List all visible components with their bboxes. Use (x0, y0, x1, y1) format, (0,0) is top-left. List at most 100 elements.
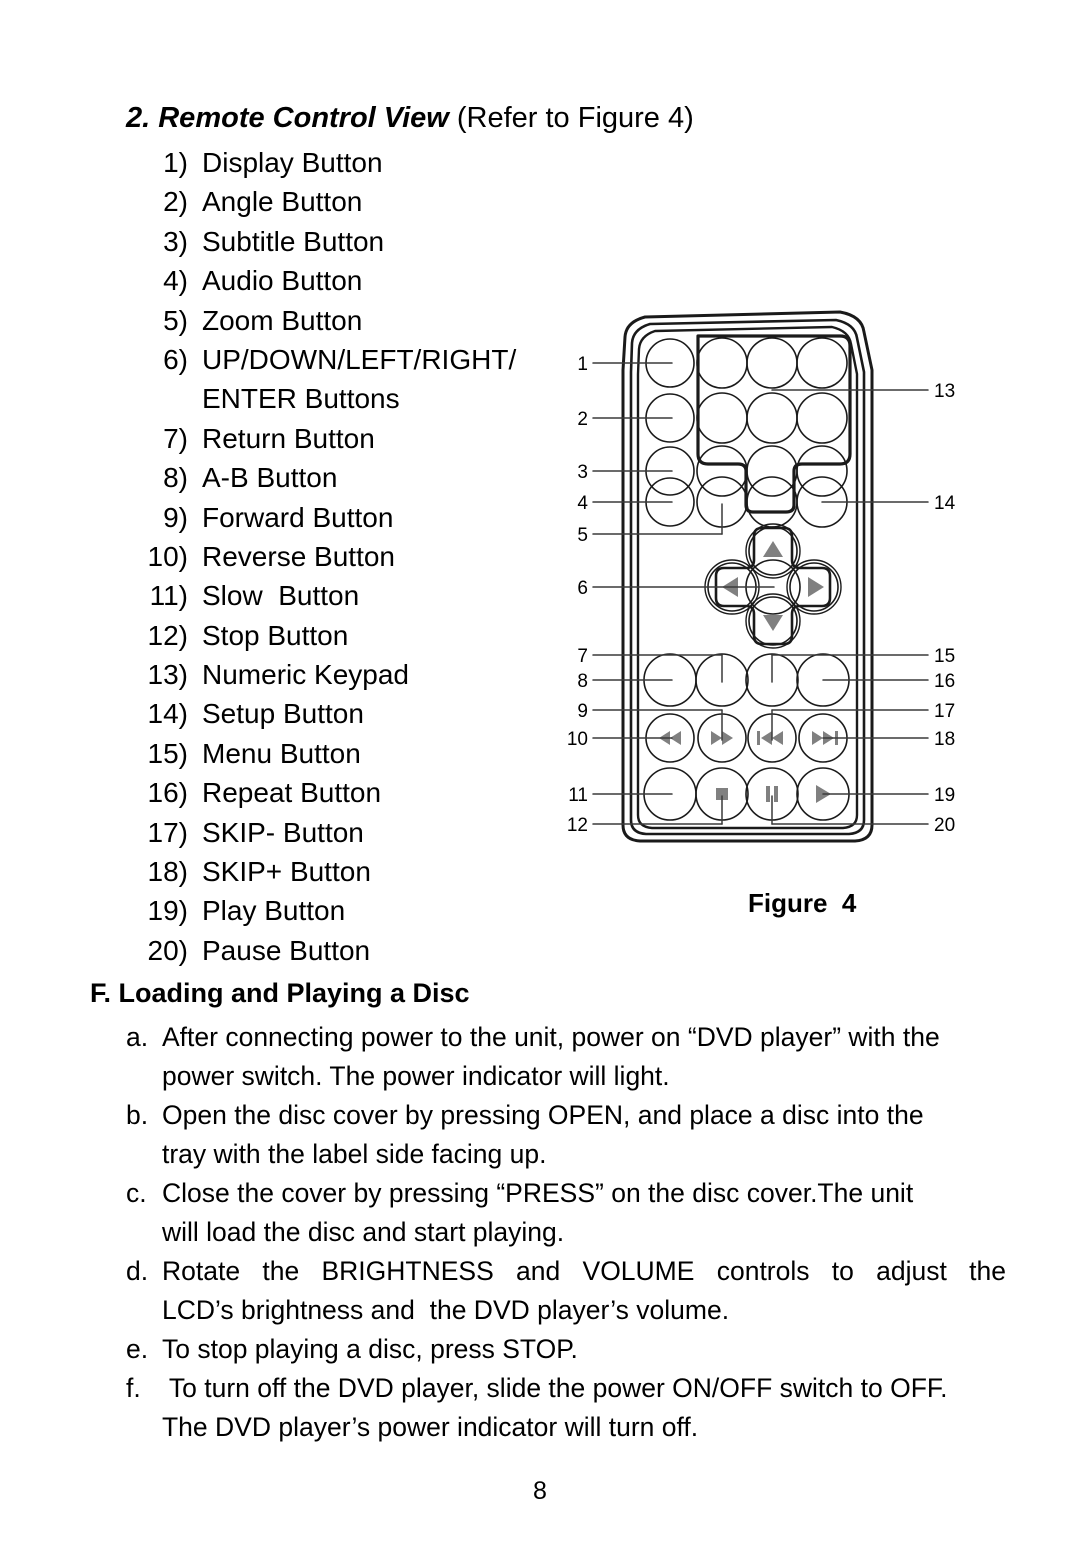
section-heading: 2. Remote Control View (Refer to Figure … (126, 101, 694, 135)
loading-instructions-list: a. After connecting power to the unit, po… (126, 1018, 1006, 1447)
callout-1: 1 (577, 354, 588, 375)
instruction-item: b. Open the disc cover by pressing OPEN, … (126, 1096, 1006, 1174)
remote-part-item: 3) Subtitle Button (126, 222, 556, 261)
callout-16: 16 (934, 671, 955, 692)
callout-2: 2 (577, 409, 588, 430)
callout-12: 12 (567, 815, 588, 836)
remote-part-index: 1) (163, 147, 188, 178)
dpad-right-icon (808, 577, 824, 597)
instruction-line: The DVD player’s power indicator will tu… (162, 1412, 699, 1442)
callout-17: 17 (934, 701, 955, 722)
remote-part-label: Pause Button (202, 934, 371, 966)
figure-caption: Figure 4 (748, 888, 857, 918)
callout-19: 19 (934, 785, 955, 806)
remote-part-label: Slow Button (202, 580, 360, 612)
remote-part-index: 9) (163, 501, 188, 533)
callout-14: 14 (934, 493, 956, 514)
remote-part-label: Angle Button (202, 186, 363, 218)
skip-previous-icon (757, 731, 783, 745)
dpad-down-icon (763, 615, 783, 631)
page-number: 8 (533, 1477, 547, 1505)
remote-part-item: 10) Reverse Button (126, 537, 556, 576)
remote-part-item: 5) Zoom Button (126, 301, 556, 340)
remote-part-item: 8) A-B Button (126, 458, 556, 497)
numeric-key (696, 445, 748, 497)
numeric-key (746, 337, 798, 389)
instruction-line: Rotate the BRIGHTNESS and VOLUME control… (162, 1256, 1006, 1286)
instruction-line: To stop playing a disc, press STOP. (162, 1334, 578, 1364)
callout-5: 5 (577, 525, 588, 546)
callout-labels: 1 2 3 4 5 6 7 8 9 10 11 12 13 14 15 16 1… (567, 354, 956, 836)
callout-4: 4 (577, 493, 588, 514)
instruction-line: Close the cover by pressing “PRESS” on t… (162, 1178, 914, 1208)
callout-7: 7 (577, 646, 588, 667)
remote-part-item: 1) Display Button (126, 143, 556, 182)
remote-part-label: SKIP+ Button (202, 856, 371, 888)
instruction-line: will load the disc and start playing. (162, 1217, 565, 1247)
instruction-letter: a. (126, 1022, 149, 1052)
instruction-item: c. Close the cover by pressing “PRESS” on… (126, 1174, 1006, 1252)
instruction-item: d. Rotate the BRIGHTNESS and VOLUME contr… (126, 1252, 1006, 1330)
remote-part-item: 4) Audio Button (126, 261, 556, 300)
instruction-line: power switch. The power indicator will l… (162, 1061, 670, 1091)
instruction-letter: d. (126, 1256, 149, 1286)
instruction-body: After connecting power to the unit, powe… (162, 1018, 1006, 1096)
numeric-key (796, 392, 848, 444)
callout-10: 10 (567, 729, 588, 750)
remote-part-item: ENTER Buttons (126, 379, 556, 418)
remote-part-index: 17) (147, 816, 188, 848)
remote-part-item: 18) SKIP+ Button (126, 852, 556, 891)
remote-part-index: 6) (163, 343, 188, 375)
callout-3: 3 (577, 462, 588, 483)
instruction-letter: c. (126, 1178, 147, 1208)
remote-part-index: 11) (149, 580, 188, 612)
remote-part-label: ENTER Buttons (202, 383, 400, 415)
instruction-body: To stop playing a disc, press STOP. (162, 1330, 1006, 1369)
instruction-item: f. To turn off the DVD player, slide the… (126, 1369, 1006, 1447)
remote-part-label: Audio Button (202, 265, 363, 297)
remote-control-figure: 1 2 3 4 5 6 7 8 9 10 11 12 13 14 15 16 1… (550, 310, 970, 875)
instruction-body: To turn off the DVD player, slide the po… (162, 1369, 1006, 1447)
numeric-key (696, 392, 748, 444)
instruction-body: Rotate the BRIGHTNESS and VOLUME control… (162, 1252, 1006, 1330)
remote-part-label: Play Button (202, 895, 346, 927)
remote-part-label: Menu Button (202, 737, 361, 769)
remote-part-item: 2) Angle Button (126, 182, 556, 221)
instruction-letter: f. (126, 1373, 141, 1403)
numeric-key (796, 445, 848, 497)
instruction-item: a. After connecting power to the unit, po… (126, 1018, 1006, 1096)
instruction-line: tray with the label side facing up. (162, 1139, 547, 1169)
remote-part-index: 5) (163, 304, 188, 336)
remote-part-item: 20) Pause Button (126, 931, 556, 970)
callout-20: 20 (934, 815, 955, 836)
remote-part-label: Stop Button (202, 619, 349, 651)
remote-part-label: Forward Button (202, 501, 394, 533)
remote-part-label: Setup Button (202, 698, 364, 730)
remote-part-label: Return Button (202, 422, 375, 454)
remote-part-item: 11) Slow Button (126, 576, 556, 615)
numeric-key (746, 445, 798, 497)
instruction-body: Open the disc cover by pressing OPEN, an… (162, 1096, 1006, 1174)
remote-part-label: A-B Button (202, 462, 338, 494)
instruction-letter: b. (126, 1100, 149, 1130)
remote-part-item: 15) Menu Button (126, 734, 556, 773)
instruction-item: e. To stop playing a disc, press STOP. (126, 1330, 1006, 1369)
instruction-line: After connecting power to the unit, powe… (162, 1022, 940, 1052)
remote-part-label: Reverse Button (202, 540, 395, 572)
numeric-key (696, 337, 748, 389)
numeric-key (746, 392, 798, 444)
remote-part-index: 18) (147, 856, 188, 888)
remote-part-index: 15) (147, 737, 188, 769)
remote-part-item: 19) Play Button (126, 891, 556, 930)
callout-15: 15 (934, 646, 955, 667)
remote-part-index: 13) (147, 659, 188, 691)
remote-part-item: 7) Return Button (126, 419, 556, 458)
remote-part-index: 2) (163, 186, 188, 218)
remote-part-index: 19) (147, 895, 188, 927)
remote-part-label: SKIP- Button (202, 816, 364, 848)
remote-part-item: 14) Setup Button (126, 694, 556, 733)
remote-part-label: Numeric Keypad (202, 659, 409, 691)
remote-part-item: 16) Repeat Button (126, 773, 556, 812)
instruction-line: Open the disc cover by pressing OPEN, an… (162, 1100, 924, 1130)
callout-8: 8 (577, 671, 588, 692)
